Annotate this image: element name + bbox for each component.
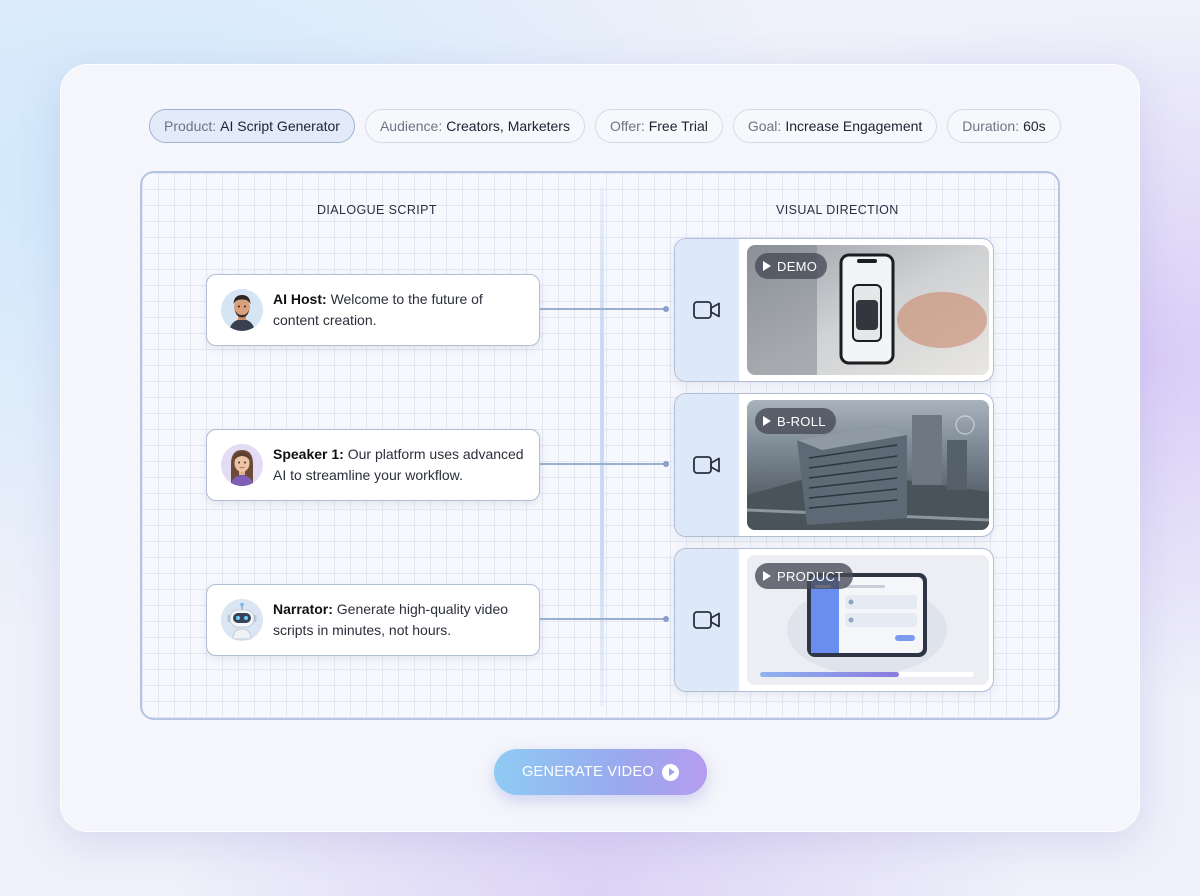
dialogue-card-ai-host[interactable]: AI Host: Welcome to the future of conten…: [206, 274, 540, 346]
tag-product: PRODUCT: [755, 563, 854, 589]
connector-dot: [663, 306, 669, 312]
tag-b-roll: B-ROLL: [755, 408, 836, 434]
chip-offer[interactable]: Offer: Free Trial: [594, 109, 723, 143]
dialogue-text: AI Host: Welcome to the future of conten…: [273, 289, 527, 331]
play-icon: [763, 416, 771, 426]
chip-product[interactable]: Product: AI Script Generator: [149, 109, 355, 143]
connector-line: [540, 463, 666, 465]
tag-label: DEMO: [777, 258, 818, 274]
chip-value: Increase Engagement: [785, 118, 923, 134]
dialogue-script-title: DIALOGUE SCRIPT: [317, 203, 437, 217]
brief-chips: Product: AI Script Generator Audience: C…: [149, 109, 1061, 143]
tag-demo: DEMO: [755, 253, 828, 279]
tag-label: B-ROLL: [777, 413, 826, 429]
video-camera-icon: [675, 394, 739, 536]
avatar-man-icon: [221, 289, 263, 331]
avatar-robot-icon: [221, 599, 263, 641]
avatar-woman-icon: [221, 444, 263, 486]
chip-value: AI Script Generator: [220, 118, 340, 134]
product-thumbnail: PRODUCT: [747, 555, 989, 685]
speaker-name: AI Host:: [273, 291, 327, 307]
column-divider: [600, 186, 604, 706]
chip-key: Product:: [164, 118, 217, 134]
speaker-name: Narrator:: [273, 601, 333, 617]
connector-line: [540, 308, 666, 310]
visual-card-b-roll[interactable]: B-ROLL: [674, 393, 994, 537]
video-camera-icon: [675, 549, 739, 691]
connector-dot: [663, 461, 669, 467]
dialogue-text: Narrator: Generate high-quality video sc…: [273, 599, 527, 641]
speaker-name: Speaker 1:: [273, 446, 344, 462]
chip-value: 60s: [1023, 118, 1046, 134]
visual-card-demo[interactable]: DEMO: [674, 238, 994, 382]
chip-audience[interactable]: Audience: Creators, Marketers: [364, 109, 585, 143]
chip-key: Duration:: [962, 118, 1020, 134]
connector-dot: [663, 616, 669, 622]
chip-value: Creators, Marketers: [446, 118, 570, 134]
play-icon: [763, 571, 771, 581]
demo-thumbnail: DEMO: [747, 245, 989, 375]
progress-fill: [760, 672, 900, 677]
video-camera-icon: [675, 239, 739, 381]
generate-video-label: GENERATE VIDEO: [521, 764, 655, 780]
progress-track: [760, 672, 974, 677]
chip-duration[interactable]: Duration: 60s: [947, 109, 1061, 143]
chip-key: Goal:: [747, 118, 782, 134]
chip-value: Free Trial: [648, 118, 708, 134]
tag-label: PRODUCT: [777, 568, 844, 584]
chip-goal[interactable]: Goal: Increase Engagement: [732, 109, 938, 143]
generate-video-button[interactable]: GENERATE VIDEO: [494, 749, 707, 795]
dialogue-text: Speaker 1: Our platform uses advanced AI…: [273, 444, 527, 486]
dialogue-card-speaker-1[interactable]: Speaker 1: Our platform uses advanced AI…: [206, 429, 540, 501]
b-roll-thumbnail: B-ROLL: [747, 400, 989, 530]
play-circle-icon: [662, 763, 680, 781]
play-icon: [763, 261, 771, 271]
dialogue-card-narrator[interactable]: Narrator: Generate high-quality video sc…: [206, 584, 540, 656]
visual-card-product[interactable]: PRODUCT: [674, 548, 994, 692]
chip-key: Offer:: [609, 118, 645, 134]
connector-line: [540, 618, 666, 620]
visual-direction-title: VISUAL DIRECTION: [776, 203, 899, 217]
chip-key: Audience:: [379, 118, 443, 134]
